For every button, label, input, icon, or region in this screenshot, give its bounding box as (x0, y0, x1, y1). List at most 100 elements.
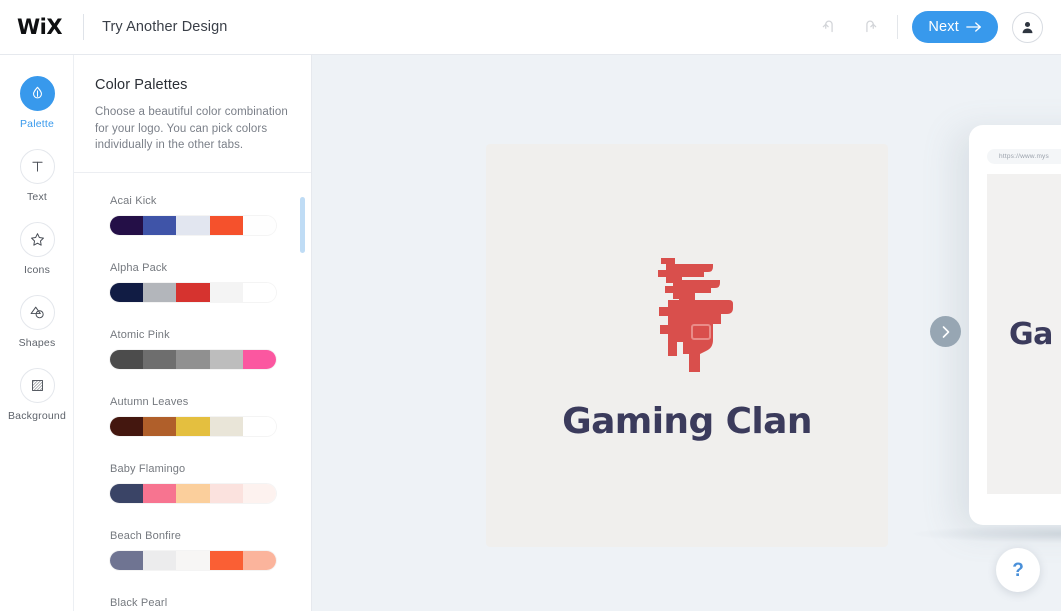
shapes-icon-circle (19, 295, 55, 330)
try-another-design-button[interactable]: Try Another Design (102, 19, 227, 35)
question-mark-icon: ? (1012, 559, 1024, 581)
palette-option-label: Black Pearl (110, 596, 168, 609)
palette-swatch[interactable] (110, 416, 276, 436)
sidebar-item-shapes[interactable]: Shapes (0, 290, 74, 363)
palette-swatch-color (110, 550, 144, 570)
palette-swatch-color (143, 483, 177, 503)
palette-option[interactable]: Black Pearl (74, 597, 311, 609)
submachine-gun-icon (658, 257, 733, 372)
palette-option-label: Acai Kick (110, 194, 157, 207)
wix-logo[interactable]: WiX (17, 16, 63, 38)
palette-swatch-color (209, 483, 243, 503)
palette-swatch-color (110, 416, 144, 436)
palette-swatch-color (143, 349, 177, 369)
sidebar-item-text[interactable]: Text (0, 144, 74, 217)
palette-option-label: Baby Flamingo (110, 462, 186, 475)
palette-swatch[interactable] (110, 349, 276, 369)
sidebar-item-shapes-label: Shapes (18, 337, 56, 349)
palette-swatch[interactable] (110, 215, 276, 235)
palette-swatch-color (176, 282, 210, 302)
palette-swatch-color (110, 282, 144, 302)
palette-swatch-color (242, 483, 276, 503)
palette-swatch[interactable] (110, 550, 276, 570)
palette-swatch-color (176, 550, 210, 570)
logo-mark (623, 252, 751, 380)
palette-option-label: Autumn Leaves (110, 395, 189, 408)
panel-description: Choose a beautiful color combination for… (95, 106, 288, 151)
palette-swatch-color (110, 215, 144, 235)
palette-scrollbar-track[interactable] (300, 197, 305, 607)
sidebar-item-background[interactable]: Background (0, 363, 74, 436)
website-mockup-preview[interactable]: https://www.mys Ga (969, 125, 1061, 525)
user-avatar-icon (1022, 21, 1033, 33)
undo-button[interactable] (811, 8, 849, 46)
user-avatar-button[interactable] (1012, 11, 1043, 43)
wix-logo-maker-app: WiX Try Another Design Next Palette Text… (0, 0, 1061, 611)
palette-scrollbar-thumb[interactable] (300, 196, 305, 253)
logo-preview-card[interactable]: Gaming Clan (486, 144, 888, 547)
droplet-icon (32, 86, 42, 99)
undo-icon (822, 20, 833, 32)
sidebar-item-text-label: Text (26, 191, 48, 203)
palette-swatch-color (143, 215, 177, 235)
next-button-label: Next (928, 19, 959, 35)
palette-swatch-color (242, 349, 276, 369)
palette-swatch-color (209, 282, 243, 302)
page-title: Color Palettes (95, 77, 188, 93)
palette-list[interactable]: Acai Kick Alpha Pack Atomic Pink Autumn Lea… (74, 173, 311, 609)
palette-swatch-color (242, 550, 276, 570)
color-palettes-panel: Color Palettes Choose a beautiful color … (74, 55, 312, 611)
sidebar-item-icons[interactable]: Icons (0, 217, 74, 290)
sidebar-item-palette[interactable]: Palette (0, 71, 74, 144)
mockup-page-body: Ga (987, 174, 1061, 494)
star-icon (30, 233, 44, 246)
palette-swatch-color (209, 349, 243, 369)
mockup-shadow (912, 525, 1061, 543)
redo-icon (866, 20, 877, 32)
palette-swatch-color (242, 416, 276, 436)
mockup-url-text: https://www.mys (999, 153, 1049, 160)
palette-swatch[interactable] (110, 483, 276, 503)
text-t-icon (31, 161, 43, 172)
brand-area: WiX Try Another Design (0, 0, 227, 54)
palette-option[interactable]: Atomic Pink (74, 329, 311, 369)
redo-button[interactable] (849, 8, 887, 46)
arrow-right-icon (966, 22, 981, 32)
palette-swatch-color (143, 550, 177, 570)
palette-swatch-color (110, 483, 144, 503)
palette-swatch-color (143, 282, 177, 302)
palette-option[interactable]: Acai Kick (74, 195, 311, 235)
sidebar-item-background-label: Background (7, 410, 67, 422)
palette-swatch-color (110, 349, 144, 369)
palette-swatch-color (176, 416, 210, 436)
palette-swatch-color (209, 550, 243, 570)
palette-swatch-color (209, 416, 243, 436)
palette-option[interactable]: Beach Bonfire (74, 530, 311, 570)
next-button[interactable]: Next (912, 11, 998, 43)
help-button[interactable]: ? (996, 548, 1040, 592)
top-bar: WiX Try Another Design Next (0, 0, 1061, 55)
palette-option-label: Alpha Pack (110, 261, 168, 274)
palette-option[interactable]: Baby Flamingo (74, 463, 311, 503)
left-rail: Palette Text Icons Shapes Background (0, 55, 74, 611)
palette-option[interactable]: Autumn Leaves (74, 396, 311, 436)
palette-option[interactable]: Alpha Pack (74, 262, 311, 302)
palette-swatch-color (242, 282, 276, 302)
palette-option-label: Atomic Pink (110, 328, 170, 341)
sidebar-item-icons-label: Icons (23, 264, 51, 276)
mockup-logo-text: Ga (1009, 316, 1053, 352)
palette-swatch[interactable] (110, 282, 276, 302)
icons-icon-circle (19, 222, 55, 257)
panel-header: Color Palettes Choose a beautiful color … (74, 55, 311, 173)
palette-swatch-color (176, 349, 210, 369)
top-bar-actions: Next (811, 0, 1061, 54)
sidebar-item-palette-label: Palette (19, 118, 55, 130)
palette-icon-circle (19, 76, 55, 111)
shapes-icon (30, 306, 44, 319)
toolbar-divider (897, 15, 899, 39)
palette-option-label: Beach Bonfire (110, 529, 182, 542)
carousel-next-button[interactable] (930, 316, 961, 347)
palette-swatch-color (176, 483, 210, 503)
logo-canvas: Gaming Clan https://www.mys Ga (312, 55, 1061, 611)
palette-swatch-color (143, 416, 177, 436)
